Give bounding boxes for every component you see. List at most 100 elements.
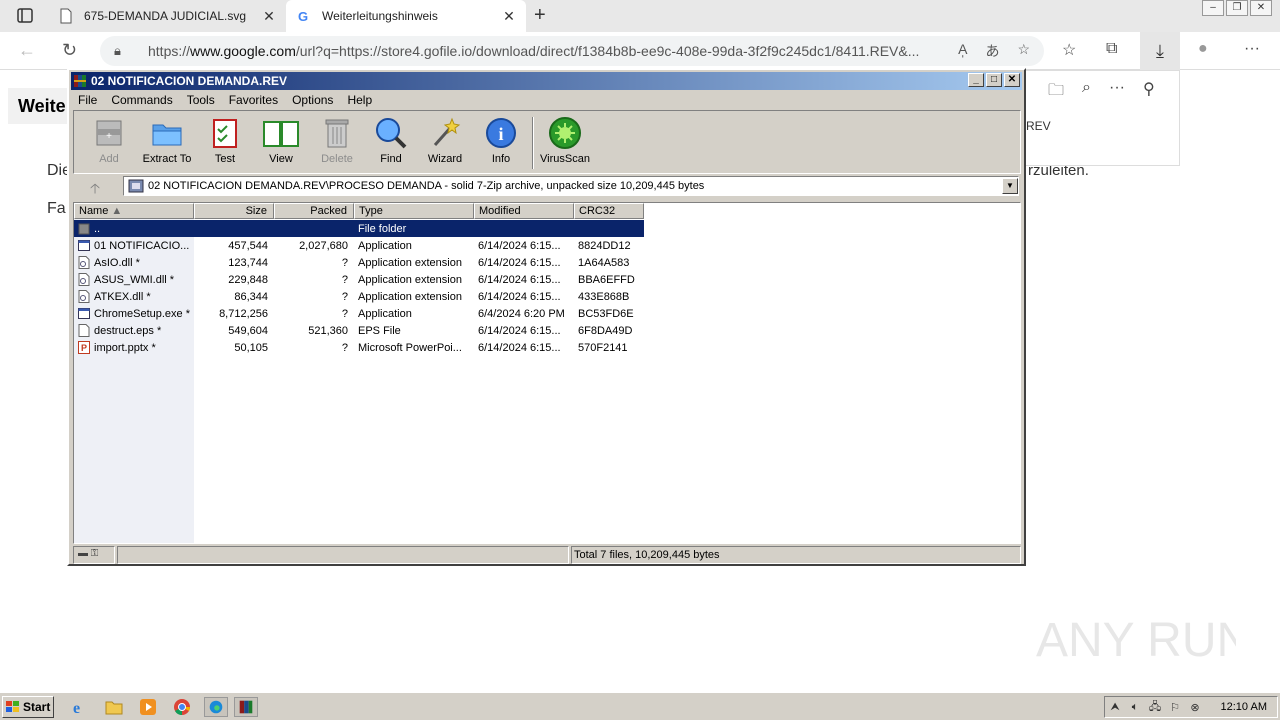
file-size: 229,848: [228, 273, 268, 286]
virusscan-button[interactable]: VirusScan: [536, 115, 594, 165]
address-bar[interactable]: 🔒︎ https://www.google.com/url?q=https://…: [100, 36, 1044, 66]
file-row[interactable]: ATKEX.dll * 86,344? Application extension 6…: [74, 288, 644, 305]
file-type: File folder: [358, 222, 407, 235]
alert-icon[interactable]: ⊗: [1185, 701, 1205, 714]
column-modified[interactable]: Modified: [474, 203, 574, 219]
collections-icon[interactable]: ⧉: [1106, 40, 1117, 58]
file-packed: ?: [341, 290, 348, 303]
column-name[interactable]: Name ▲: [74, 203, 194, 219]
find-button[interactable]: Find: [362, 115, 420, 165]
close-window-button[interactable]: ✕: [1250, 0, 1272, 16]
start-button[interactable]: Start: [2, 696, 54, 718]
menu-help[interactable]: Help: [340, 91, 379, 109]
refresh-icon[interactable]: ↻: [62, 40, 77, 61]
path-combobox[interactable]: 02 NOTIFICACION DEMANDA.REV\PROCESO DEMA…: [123, 176, 1019, 196]
edge-icon[interactable]: [204, 697, 228, 717]
archive-icon: [128, 179, 144, 193]
favorites-icon[interactable]: ☆: [1062, 40, 1076, 60]
maximize-button[interactable]: □: [986, 73, 1002, 87]
tab-svg-file[interactable]: 675-DEMANDA JUDICIAL.svg ✕: [48, 0, 286, 32]
chrome-icon[interactable]: [172, 697, 192, 717]
file-crc32: BC53FD6E: [578, 307, 634, 320]
document-icon: [60, 8, 72, 24]
find-icon: [376, 118, 407, 149]
extract-to-button[interactable]: Extract To: [138, 115, 196, 165]
up-folder-button[interactable]: 🡡: [77, 178, 113, 196]
url-text[interactable]: https://www.google.com/url?q=https://sto…: [148, 43, 958, 59]
status-total: Total 7 files, 10,209,445 bytes: [571, 546, 1021, 564]
add-button[interactable]: + Add: [80, 115, 138, 165]
file-row[interactable]: Pimport.pptx * 50,105? Microsoft PowerPoi.…: [74, 339, 644, 356]
back-icon[interactable]: ←: [18, 40, 36, 61]
file-type: Application extension: [358, 290, 462, 303]
read-aloud-icon[interactable]: A̩: [958, 41, 967, 61]
file-row[interactable]: AsIO.dll * 123,744? Application extension 6…: [74, 254, 644, 271]
media-player-icon[interactable]: [138, 697, 158, 717]
file-type: Application: [358, 307, 412, 320]
column-crc32[interactable]: CRC32: [574, 203, 644, 219]
winrar-taskbar-icon[interactable]: [234, 697, 258, 717]
info-button[interactable]: i Info: [472, 115, 530, 165]
file-modified: 6/4/2024 6:20 PM: [478, 307, 565, 320]
file-row[interactable]: 01 NOTIFICACIO... 457,544 2,027,680 Applica…: [74, 237, 644, 254]
file-row[interactable]: ChromeSetup.exe * 8,712,256? Application 6/…: [74, 305, 644, 322]
show-hidden-icon[interactable]: ⮝: [1105, 701, 1125, 714]
flag-icon[interactable]: ⚐: [1165, 701, 1185, 714]
tab-redirect[interactable]: G Weiterleitungshinweis ✕: [286, 0, 526, 32]
close-icon[interactable]: ✕: [262, 8, 276, 25]
winrar-titlebar[interactable]: 02 NOTIFICACION DEMANDA.REV _ □ ✕: [71, 72, 1022, 90]
application-icon: [78, 240, 90, 251]
dropdown-arrow-icon[interactable]: ▼: [1002, 178, 1018, 194]
file-row[interactable]: destruct.eps * 549,604 521,360 EPS File 6/14…: [74, 322, 644, 339]
downloads-button[interactable]: ⤓: [1140, 32, 1180, 70]
test-button[interactable]: Test: [196, 115, 254, 165]
svg-text:i: i: [498, 124, 503, 144]
network-icon[interactable]: 🖧︎: [1145, 698, 1165, 717]
file-row[interactable]: ASUS_WMI.dll * 229,848? Application extens…: [74, 271, 644, 288]
menu-commands[interactable]: Commands: [104, 91, 179, 109]
restore-button[interactable]: ❐: [1226, 0, 1248, 16]
tab-actions-icon[interactable]: [10, 6, 38, 26]
download-item-name[interactable]: REV: [1026, 119, 1051, 133]
minimize-button[interactable]: _: [968, 73, 984, 87]
system-tray: ⮝ 🔈︎ 🖧︎ ⚐ ⊗ 12:10 AM: [1104, 696, 1278, 718]
folder-up-icon: [78, 223, 90, 235]
menu-favorites[interactable]: Favorites: [222, 91, 285, 109]
close-button[interactable]: ✕: [1004, 73, 1020, 87]
window-controls: – ❐ ✕: [1200, 0, 1272, 16]
ie-icon[interactable]: e: [70, 697, 90, 717]
page-heading: Weite: [8, 88, 70, 124]
add-favorite-icon[interactable]: ☆: [1017, 41, 1030, 61]
clock[interactable]: 12:10 AM: [1221, 701, 1277, 713]
close-icon[interactable]: ✕: [502, 8, 516, 25]
translate-icon[interactable]: あ: [985, 41, 999, 61]
column-packed[interactable]: Packed: [274, 203, 354, 219]
file-packed: ?: [341, 341, 348, 354]
menu-tools[interactable]: Tools: [180, 91, 222, 109]
explorer-icon[interactable]: [104, 697, 124, 717]
pin-icon[interactable]: ⚲: [1143, 79, 1155, 106]
watermark-text: ANY RUN: [1036, 614, 1236, 667]
profile-icon[interactable]: ●: [1198, 40, 1208, 58]
wizard-button[interactable]: Wizard: [416, 115, 474, 165]
search-icon[interactable]: ⌕: [1082, 79, 1091, 106]
column-size[interactable]: Size: [194, 203, 274, 219]
file-name: Pimport.pptx *: [74, 341, 194, 354]
view-button[interactable]: View: [252, 115, 310, 165]
drive-icon[interactable]: ▬ ⚿: [73, 546, 115, 564]
more-icon[interactable]: ···: [1109, 79, 1125, 106]
menu-options[interactable]: Options: [285, 91, 340, 109]
file-row[interactable]: .. File folder: [74, 220, 644, 237]
more-icon[interactable]: ···: [1244, 40, 1260, 58]
file-type: Application extension: [358, 256, 462, 269]
new-tab-button[interactable]: +: [534, 4, 546, 27]
menu-file[interactable]: File: [71, 91, 104, 109]
lock-icon[interactable]: 🔒︎: [114, 43, 126, 59]
folder-icon[interactable]: 🗀: [1048, 79, 1064, 106]
delete-button[interactable]: Delete: [308, 115, 366, 165]
column-type[interactable]: Type: [354, 203, 474, 219]
volume-icon[interactable]: 🔈︎: [1125, 701, 1145, 714]
file-size: 50,105: [234, 341, 268, 354]
dll-icon: [78, 256, 90, 269]
minimize-button[interactable]: –: [1202, 0, 1224, 16]
